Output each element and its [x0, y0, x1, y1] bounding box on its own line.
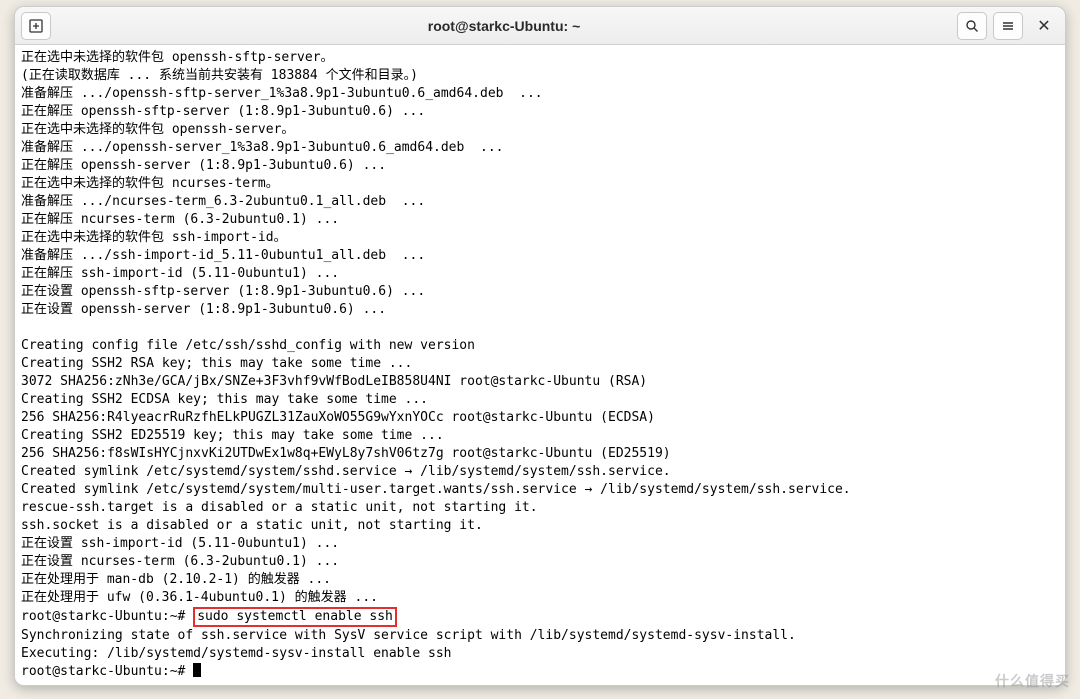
cursor — [193, 663, 201, 677]
prompt-line-2: root@starkc-Ubuntu:~# — [21, 664, 201, 679]
after-block: Synchronizing state of ssh.service with … — [21, 628, 796, 661]
close-button[interactable]: ✕ — [1029, 12, 1059, 40]
prompt-line-1: root@starkc-Ubuntu:~# sudo systemctl ena… — [21, 609, 397, 624]
highlighted-command: sudo systemctl enable ssh — [193, 607, 397, 627]
window-title: root@starkc-Ubuntu: ~ — [51, 18, 957, 34]
output-block: 正在选中未选择的软件包 openssh-sftp-server。 (正在读取数据… — [21, 50, 851, 605]
terminal-output[interactable]: 正在选中未选择的软件包 openssh-sftp-server。 (正在读取数据… — [15, 45, 1065, 685]
terminal-window: root@starkc-Ubuntu: ~ ✕ 正在选中未选择的软件包 open… — [14, 6, 1066, 686]
search-button[interactable] — [957, 12, 987, 40]
new-tab-button[interactable] — [21, 12, 51, 40]
titlebar: root@starkc-Ubuntu: ~ ✕ — [15, 7, 1065, 45]
menu-button[interactable] — [993, 12, 1023, 40]
